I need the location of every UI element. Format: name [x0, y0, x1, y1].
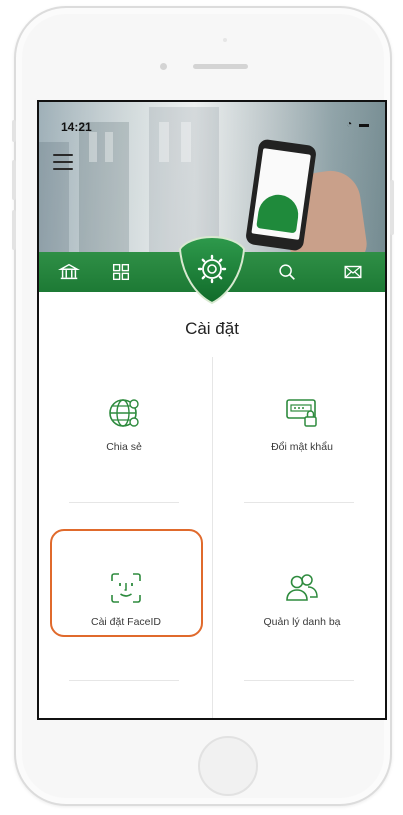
grid-divider-vertical [212, 357, 213, 718]
page-title: Cài đặt [185, 319, 239, 338]
app-screen: 14:21 ◔ ▬ Cài đặt Chia sẻ Đổi mật khẩu C… [37, 100, 387, 720]
mail-icon [344, 265, 362, 279]
hamburger-menu-icon[interactable] [53, 154, 73, 170]
password-lock-icon [286, 399, 317, 427]
tile-faceid[interactable]: Cài đặt FaceID [51, 560, 201, 670]
tile-label: Quản lý danh bạ [263, 616, 341, 628]
battery-icon: ▬ [359, 119, 371, 130]
front-camera [160, 63, 167, 70]
nav-search[interactable] [262, 252, 312, 292]
home-button[interactable] [198, 736, 258, 796]
grid-divider [244, 502, 354, 503]
grid-divider [69, 680, 179, 681]
earpiece-speaker [193, 64, 248, 69]
wifi-icon: ◔ [346, 119, 355, 130]
tile-contacts[interactable]: Quản lý danh bạ [227, 560, 377, 670]
search-icon [279, 264, 295, 280]
settings-shield-tab[interactable] [178, 235, 246, 305]
faceid-icon [111, 573, 141, 603]
grid-divider [244, 680, 354, 681]
nav-grid[interactable] [96, 252, 146, 292]
tile-change-password[interactable]: Đổi mật khẩu [227, 385, 377, 495]
sensor-dot [223, 38, 227, 42]
contacts-icon [286, 574, 318, 601]
status-time: 14:21 [61, 120, 92, 134]
volume-up-button [12, 160, 16, 200]
grid-divider [69, 502, 179, 503]
mute-switch [12, 120, 16, 142]
volume-down-button [12, 210, 16, 250]
bank-icon [58, 263, 80, 280]
status-icons: ◔ ▬ [346, 119, 371, 130]
tile-label: Chia sẻ [106, 441, 142, 453]
tile-label: Cài đặt FaceID [90, 616, 162, 628]
nav-bank[interactable] [44, 252, 94, 292]
grid-icon [112, 263, 130, 281]
nav-mail[interactable] [328, 252, 378, 292]
tile-share[interactable]: Chia sẻ [49, 385, 199, 495]
globe-share-icon [109, 399, 139, 427]
power-button [390, 180, 394, 235]
tile-label: Đổi mật khẩu [271, 441, 333, 453]
